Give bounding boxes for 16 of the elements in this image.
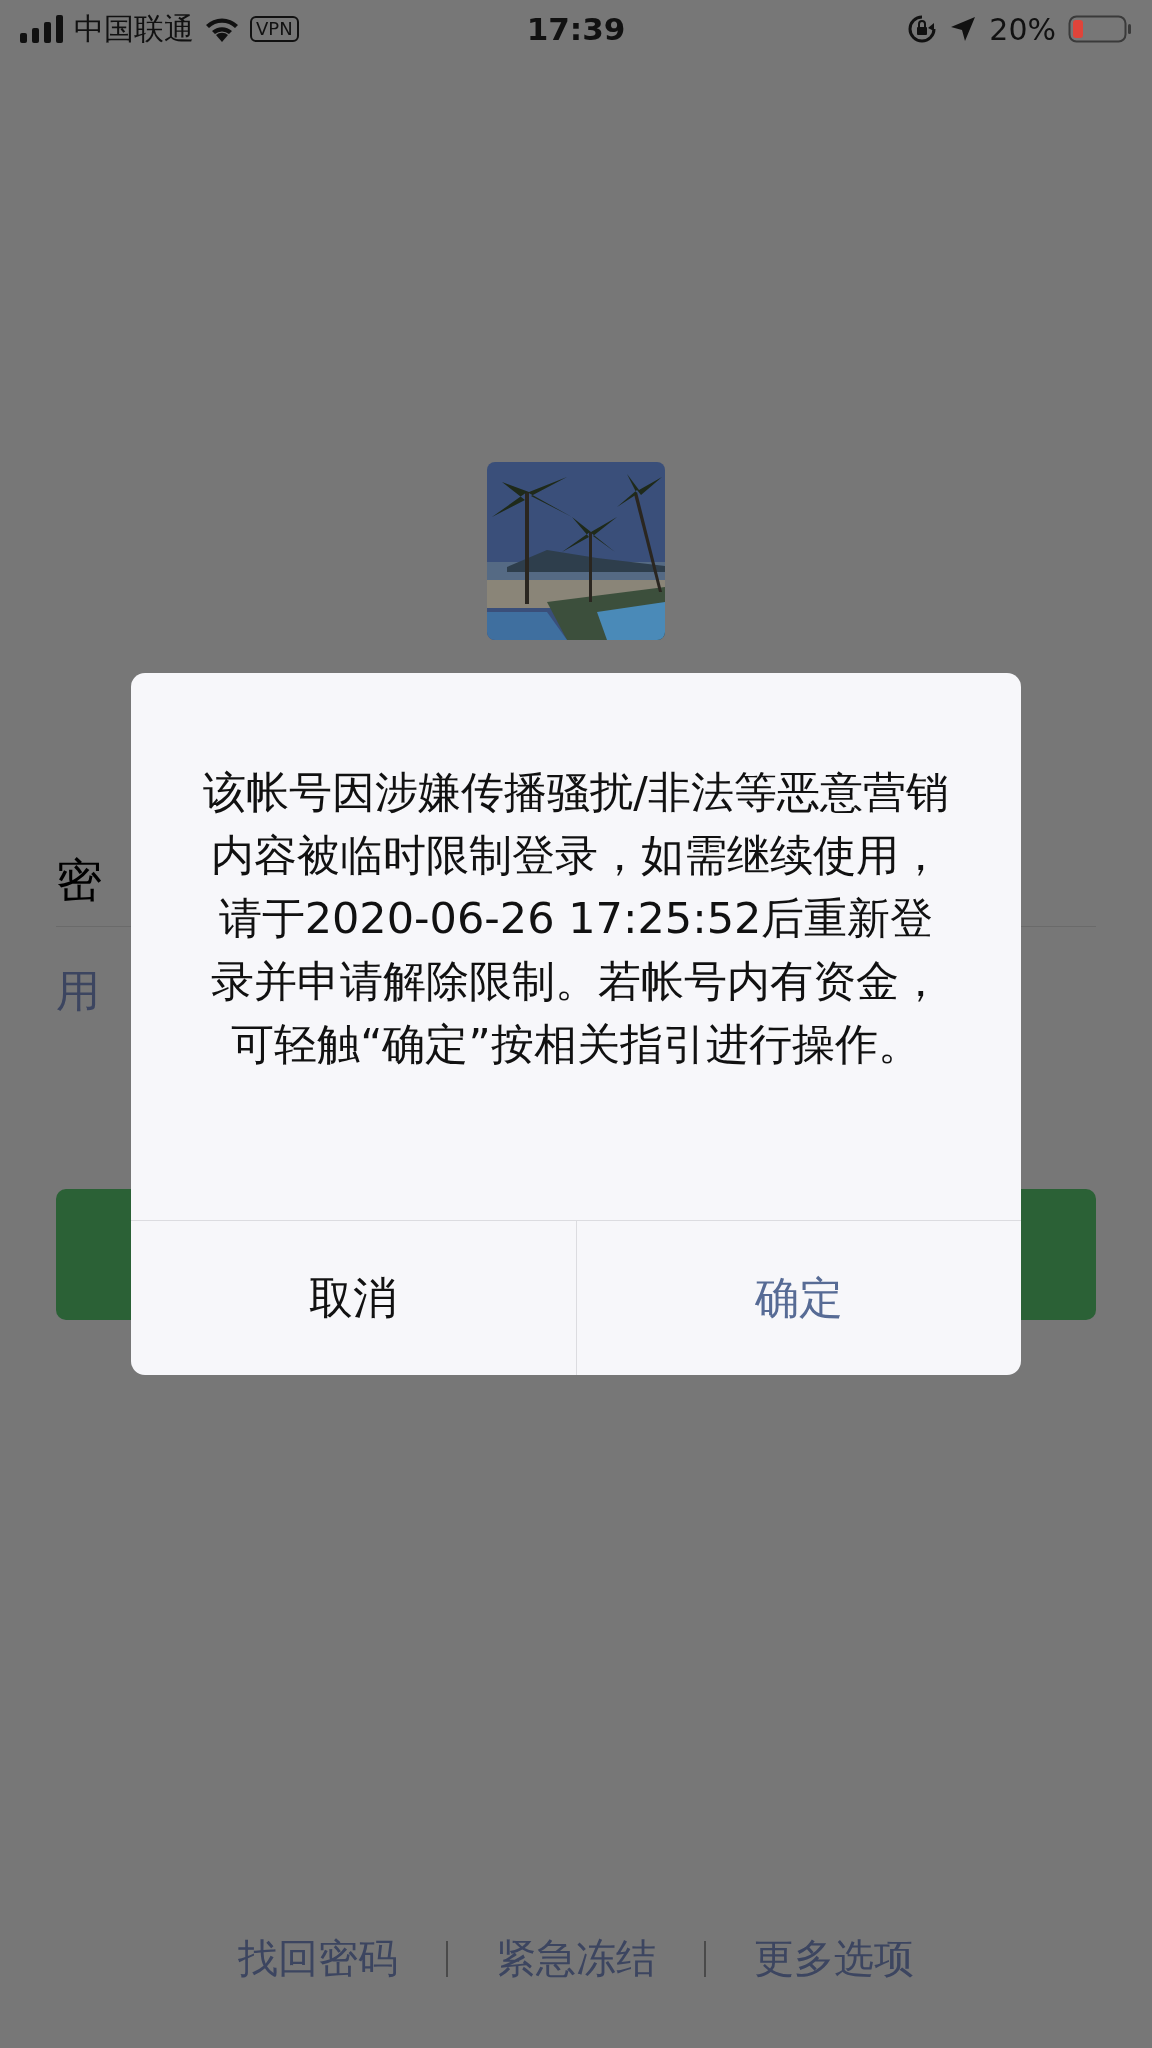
vpn-badge: VPN: [250, 16, 299, 42]
signal-icon: [20, 15, 64, 43]
carrier-name: 中国联通: [74, 9, 194, 48]
footer-link[interactable]: 紧急冻结: [496, 1931, 656, 1986]
sms-login-link[interactable]: 用: [56, 963, 100, 1019]
footer-link[interactable]: 找回密码: [238, 1931, 398, 1986]
footer-link[interactable]: 更多选项: [754, 1931, 914, 1986]
battery-icon: [1068, 14, 1132, 44]
rotation-lock-icon: [907, 14, 938, 44]
clock-time: 17:39: [526, 11, 626, 47]
password-label: 密: [56, 853, 102, 907]
confirm-button[interactable]: 确定: [575, 1221, 1021, 1375]
location-arrow-icon: [949, 15, 978, 43]
cancel-button[interactable]: 取消: [131, 1221, 576, 1375]
battery-percent: 20%: [989, 11, 1056, 47]
alert-message: 该帐号因涉嫌传播骚扰/非法等恶意营销内容被临时限制登录，如需继续使用，请于2020-06-26 17:25:52后重新登录并申请解除限制。若帐号内有资金，可轻触“确定”按相关指引进行操作。: [202, 766, 950, 1071]
